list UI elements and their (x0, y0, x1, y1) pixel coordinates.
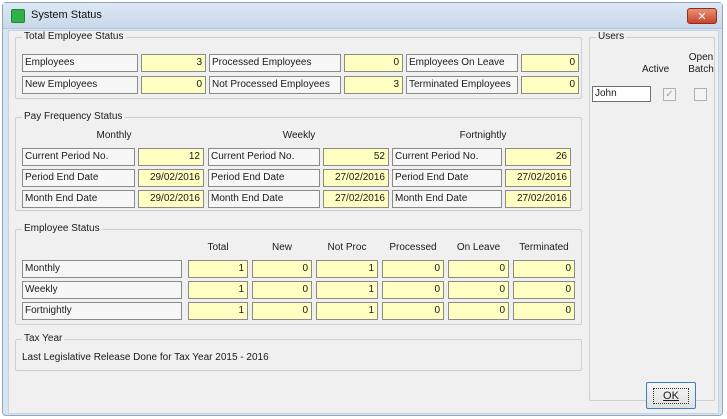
employees-on-leave-value: 0 (521, 54, 579, 72)
weekly-total: 1 (188, 281, 248, 299)
pay-frequency-status-group: Pay Frequency Status Monthly Weekly Fort… (15, 111, 582, 211)
total-employee-status-group: Total Employee Status Employees 3 Proces… (15, 31, 582, 99)
monthly-not-proc: 1 (316, 260, 378, 278)
check-icon: ✓ (665, 89, 674, 100)
monthly-processed: 0 (382, 260, 444, 278)
fortnightly-period-no-value: 26 (505, 148, 571, 166)
tax-year-group: Tax Year Last Legislative Release Done f… (15, 333, 582, 371)
col-header-not-proc: Not Proc (327, 242, 367, 253)
not-processed-employees-label: Not Processed Employees (209, 76, 341, 94)
ok-button[interactable]: OK (646, 382, 696, 409)
terminated-employees-label: Terminated Employees (406, 76, 518, 94)
fortnightly-header: Fortnightly (459, 130, 507, 141)
fortnightly-period-no-label: Current Period No. (392, 148, 502, 166)
row-label-monthly: Monthly (22, 260, 182, 278)
fortnightly-on-leave: 0 (448, 302, 509, 320)
active-header: Active (642, 64, 670, 75)
ok-button-label: OK (653, 387, 689, 404)
monthly-month-end-label: Month End Date (22, 190, 135, 208)
window-title: System Status (31, 9, 102, 21)
open-batch-header-line1: Open (688, 52, 714, 63)
user-open-batch-checkbox[interactable] (694, 88, 707, 101)
group-legend: Tax Year (22, 333, 65, 345)
system-status-window: System Status ✕ Total Employee Status Em… (2, 2, 723, 416)
tax-year-text: Last Legislative Release Done for Tax Ye… (22, 352, 269, 363)
monthly-header: Monthly (96, 130, 132, 141)
fortnightly-new: 0 (252, 302, 312, 320)
employees-value: 3 (141, 54, 206, 72)
monthly-terminated: 0 (513, 260, 575, 278)
group-legend: Users (596, 31, 627, 43)
open-batch-header-line2: Batch (688, 64, 714, 75)
fortnightly-period-end-value: 27/02/2016 (505, 169, 571, 187)
fortnightly-total: 1 (188, 302, 248, 320)
terminated-employees-value: 0 (521, 76, 579, 94)
col-header-processed: Processed (389, 242, 437, 253)
fortnightly-not-proc: 1 (316, 302, 378, 320)
new-employees-value: 0 (141, 76, 206, 94)
weekly-month-end-value: 27/02/2016 (323, 190, 389, 208)
monthly-total: 1 (188, 260, 248, 278)
processed-employees-value: 0 (344, 54, 403, 72)
monthly-new: 0 (252, 260, 312, 278)
weekly-period-end-value: 27/02/2016 (323, 169, 389, 187)
app-icon (11, 9, 25, 23)
new-employees-label: New Employees (22, 76, 138, 94)
col-header-on-leave: On Leave (456, 242, 501, 253)
close-icon: ✕ (697, 10, 707, 23)
row-label-fortnightly: Fortnightly (22, 302, 182, 320)
not-processed-employees-value: 3 (344, 76, 403, 94)
weekly-on-leave: 0 (448, 281, 509, 299)
group-legend: Pay Frequency Status (22, 111, 125, 123)
monthly-month-end-value: 29/02/2016 (138, 190, 204, 208)
fortnightly-period-end-label: Period End Date (392, 169, 502, 187)
weekly-processed: 0 (382, 281, 444, 299)
col-header-total: Total (207, 242, 229, 253)
weekly-period-end-label: Period End Date (208, 169, 320, 187)
group-legend: Total Employee Status (22, 31, 126, 43)
monthly-period-no-label: Current Period No. (22, 148, 135, 166)
weekly-not-proc: 1 (316, 281, 378, 299)
weekly-month-end-label: Month End Date (208, 190, 320, 208)
fortnightly-processed: 0 (382, 302, 444, 320)
row-label-weekly: Weekly (22, 281, 182, 299)
monthly-period-end-label: Period End Date (22, 169, 135, 187)
user-name[interactable]: John (592, 86, 651, 102)
weekly-terminated: 0 (513, 281, 575, 299)
monthly-period-no-value: 12 (138, 148, 204, 166)
fortnightly-month-end-value: 27/02/2016 (505, 190, 571, 208)
processed-employees-label: Processed Employees (209, 54, 341, 72)
employees-label: Employees (22, 54, 138, 72)
title-bar: System Status ✕ (3, 3, 722, 29)
close-button[interactable]: ✕ (687, 8, 717, 24)
monthly-on-leave: 0 (448, 260, 509, 278)
monthly-period-end-value: 29/02/2016 (138, 169, 204, 187)
users-group: Users Active Open Batch John ✓ (589, 31, 715, 401)
col-header-new: New (271, 242, 292, 253)
weekly-period-no-label: Current Period No. (208, 148, 320, 166)
employee-status-group: Employee Status Total New Not Proc Proce… (15, 223, 582, 325)
group-legend: Employee Status (22, 223, 102, 235)
col-header-terminated: Terminated (519, 242, 569, 253)
weekly-header: Weekly (282, 130, 316, 141)
weekly-period-no-value: 52 (323, 148, 389, 166)
weekly-new: 0 (252, 281, 312, 299)
dialog-body: Total Employee Status Employees 3 Proces… (8, 30, 719, 414)
employees-on-leave-label: Employees On Leave (406, 54, 518, 72)
fortnightly-terminated: 0 (513, 302, 575, 320)
user-active-checkbox[interactable]: ✓ (663, 88, 676, 101)
fortnightly-month-end-label: Month End Date (392, 190, 502, 208)
